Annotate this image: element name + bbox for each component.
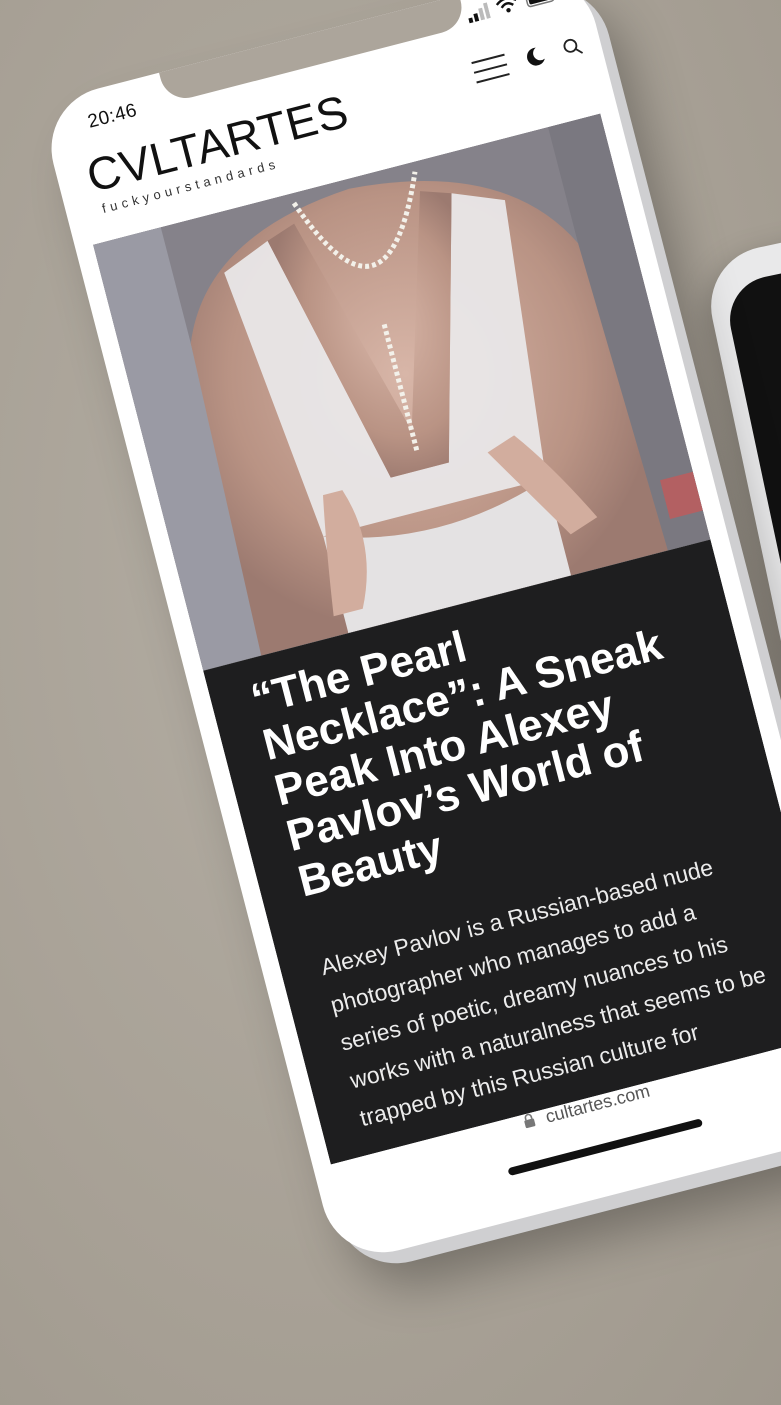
status-time: 20:46 [85,99,140,133]
signal-icon [468,2,491,24]
status-icons [466,0,559,24]
hamburger-icon[interactable] [471,53,510,84]
phone-body: 20:46 CVLTARTES fuckyourstandards “The P… [38,0,781,1266]
moon-icon[interactable] [522,44,549,71]
scene: 20:46 CVLTARTES fuckyourstandards “The P… [0,0,781,1405]
page-content: “The Pearl Necklace”: A Sneak Peak Into … [92,113,781,1165]
battery-icon [524,0,555,8]
header-icons [471,34,585,84]
lock-icon [524,1113,536,1129]
phone: 20:46 CVLTARTES fuckyourstandards “The P… [38,0,781,1277]
search-icon[interactable] [561,35,585,59]
wifi-icon [495,0,517,13]
